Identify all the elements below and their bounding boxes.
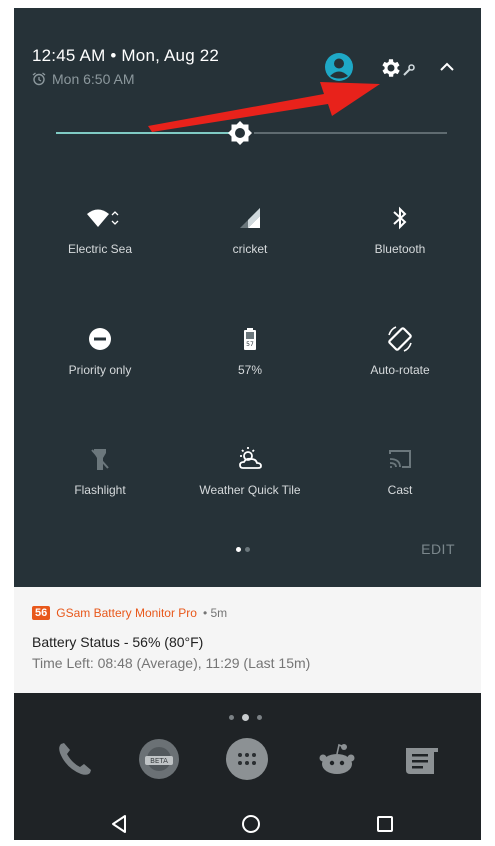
tile-label: Cast	[387, 483, 413, 497]
notification-time: • 5m	[202, 606, 228, 620]
app-drawer-icon[interactable]	[224, 736, 270, 782]
home-page-dot	[229, 715, 234, 720]
edit-button[interactable]: EDIT	[421, 541, 455, 557]
tile-cast[interactable]: Cast	[325, 445, 475, 535]
tile-auto-rotate[interactable]: Auto-rotate	[325, 325, 475, 415]
phone-icon[interactable]	[52, 736, 98, 782]
tile-battery[interactable]: 57 57%	[175, 325, 325, 415]
back-icon[interactable]	[108, 813, 130, 835]
tile-flashlight[interactable]: Flashlight	[25, 445, 175, 535]
home-screen-dimmed: BETA	[14, 693, 481, 840]
tile-label: Electric Sea	[67, 242, 133, 256]
home-page-dot-active	[242, 714, 249, 721]
do-not-disturb-icon	[89, 328, 111, 350]
tile-label: Priority only	[68, 363, 132, 377]
tile-priority[interactable]: Priority only	[25, 325, 175, 415]
tile-page-indicator	[236, 547, 250, 552]
tile-label: Bluetooth	[374, 242, 426, 256]
wifi-icon	[87, 209, 119, 227]
wrench-icon	[403, 64, 415, 76]
alarm-time: Mon 6:50 AM	[52, 71, 135, 87]
notification-header: 56 GSam Battery Monitor Pro • 5m	[32, 606, 227, 620]
quick-settings-panel: 12:45 AM • Mon, Aug 22 Mon 6:50 AM Elect…	[14, 8, 481, 840]
tile-label: cricket	[232, 242, 268, 256]
tile-label: 57%	[237, 363, 263, 377]
alarm-clock-icon	[32, 72, 46, 86]
flashlight-icon	[91, 449, 109, 470]
home-page-dot	[257, 715, 262, 720]
recents-icon[interactable]	[374, 813, 396, 835]
beta-label: BETA	[150, 757, 168, 765]
brightness-track-filled[interactable]	[56, 132, 238, 134]
date-time: 12:45 AM • Mon, Aug 22	[32, 46, 220, 65]
page-dot-active	[236, 547, 241, 552]
reddit-beta-icon[interactable]: BETA	[136, 736, 182, 782]
tile-label: Flashlight	[74, 483, 126, 497]
brightness-track-empty[interactable]	[254, 132, 447, 134]
home-icon[interactable]	[240, 813, 262, 835]
notification-app-icon: 56	[32, 606, 51, 620]
svg-text:57: 57	[246, 341, 254, 348]
home-page-indicator	[229, 714, 262, 721]
annotation-arrow-icon	[148, 82, 380, 132]
news-icon[interactable]	[398, 736, 444, 782]
auto-rotate-icon	[388, 326, 412, 352]
notification-app-name: GSam Battery Monitor Pro	[56, 606, 197, 620]
reddit-alien-icon[interactable]	[314, 736, 360, 782]
tile-weather[interactable]: Weather Quick Tile	[175, 445, 325, 535]
notification-title: Battery Status - 56% (80°F)	[32, 634, 204, 650]
brightness-icon[interactable]	[226, 119, 254, 147]
weather-icon	[239, 447, 262, 469]
notification-card[interactable]: 56 GSam Battery Monitor Pro • 5m Battery…	[14, 587, 481, 693]
notification-text: Time Left: 08:48 (Average), 11:29 (Last …	[32, 655, 311, 671]
tile-wifi[interactable]: Electric Sea	[25, 204, 175, 294]
bluetooth-icon	[393, 206, 407, 230]
cast-icon	[389, 450, 411, 468]
battery-icon: 57	[244, 328, 256, 350]
tile-bluetooth[interactable]: Bluetooth	[325, 204, 475, 294]
next-alarm[interactable]: Mon 6:50 AM	[32, 71, 135, 87]
cell-signal-icon	[240, 208, 260, 228]
collapse-chevron-icon[interactable]	[438, 60, 456, 74]
page-dot	[245, 547, 250, 552]
tile-cellular[interactable]: cricket	[175, 204, 325, 294]
tile-label: Auto-rotate	[370, 363, 430, 377]
tile-label: Weather Quick Tile	[199, 483, 301, 497]
